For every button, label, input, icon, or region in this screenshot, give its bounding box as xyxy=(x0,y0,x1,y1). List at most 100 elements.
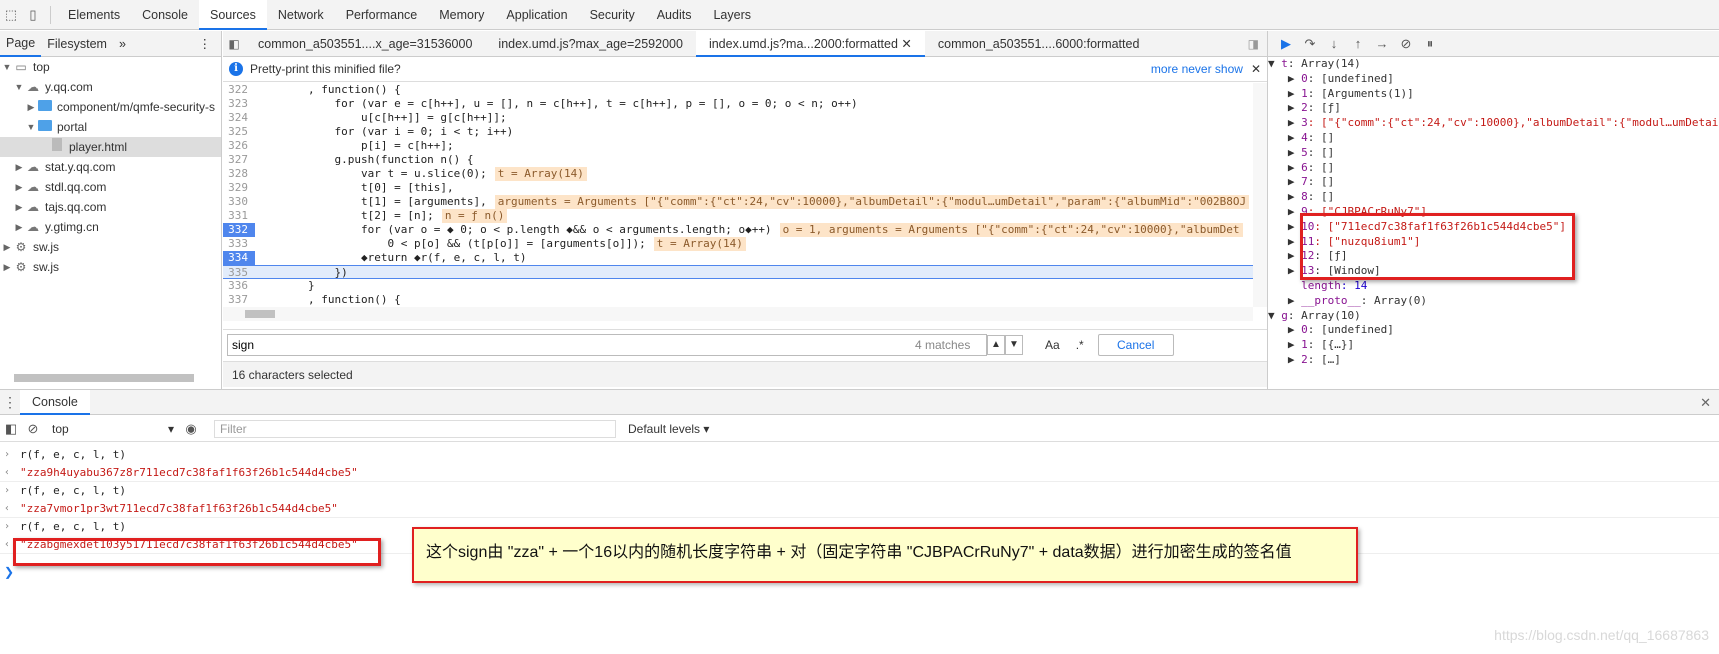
collapsed-arrow-icon[interactable]: ▶ xyxy=(14,177,24,197)
line-number[interactable]: 324 xyxy=(223,111,255,125)
scope-entry[interactable]: ▶ 2: [ƒ] xyxy=(1268,101,1719,116)
expanded-arrow-icon[interactable]: ▼ xyxy=(14,77,24,97)
device-toggle-icon[interactable]: ▯ xyxy=(22,4,44,26)
tree-item[interactable]: ▶ ☁ y.gtimg.cn xyxy=(0,217,221,237)
pause-exceptions-icon[interactable]: ⏸ xyxy=(1418,36,1442,52)
scope-entry[interactable]: ▶ 2: […] xyxy=(1268,353,1719,368)
collapsed-arrow-icon[interactable]: ▶ xyxy=(14,197,24,217)
breakpoint-line-number[interactable]: 332 xyxy=(223,223,255,237)
tab-console[interactable]: Console xyxy=(131,0,199,30)
toggle-navigator-icon[interactable]: ◧ xyxy=(223,37,245,51)
step-over-icon[interactable]: ↷ xyxy=(1298,36,1322,52)
tab-performance[interactable]: Performance xyxy=(335,0,429,30)
code-line[interactable]: 324 u[c[h++]] = g[c[h++]]; xyxy=(223,111,1253,125)
code-line[interactable]: 336 } xyxy=(223,279,1253,293)
eye-icon[interactable]: ◉ xyxy=(180,421,202,437)
filter-input[interactable]: Filter xyxy=(214,419,616,438)
context-selector[interactable]: top ▾ xyxy=(52,422,180,436)
tab-filesystem[interactable]: Filesystem xyxy=(41,37,113,51)
code-line[interactable]: 325 for (var i = 0; i < t; i++) xyxy=(223,125,1253,139)
tree-item[interactable]: ▶ ⚙ sw.js xyxy=(0,237,221,257)
scope-entry[interactable]: ▶ 1: [Arguments(1)] xyxy=(1268,87,1719,102)
code-line[interactable]: 337 , function() { xyxy=(223,293,1253,307)
expanded-arrow-icon[interactable]: ▼ xyxy=(2,57,12,77)
step-into-icon[interactable]: ↓ xyxy=(1322,36,1346,51)
step-out-icon[interactable]: ↑ xyxy=(1346,36,1370,51)
editor-tab[interactable]: common_a503551....6000:formatted xyxy=(925,31,1153,57)
editor-tab[interactable]: index.umd.js?max_age=2592000 xyxy=(485,31,696,57)
scope-entry[interactable]: ▼ g: Array(10) xyxy=(1268,309,1719,324)
expand-toggle[interactable]: ▶ xyxy=(1268,131,1301,144)
more-tabs-icon[interactable]: » xyxy=(113,37,132,51)
expand-toggle[interactable]: ▶ xyxy=(1268,249,1301,262)
tab-security[interactable]: Security xyxy=(579,0,646,30)
expand-toggle[interactable]: ▶ xyxy=(1268,264,1301,277)
code-line[interactable]: 335 }) xyxy=(223,265,1253,279)
close-icon[interactable]: ✕ xyxy=(1251,62,1261,76)
expand-toggle[interactable] xyxy=(1268,279,1301,292)
expand-toggle[interactable]: ▶ xyxy=(1268,87,1301,100)
match-case-toggle[interactable]: Aa xyxy=(1045,338,1060,352)
line-number[interactable]: 325 xyxy=(223,125,255,139)
tree-item[interactable]: ▶ ☁ tajs.qq.com xyxy=(0,197,221,217)
tree-item[interactable]: ▶ ☁ stat.y.qq.com xyxy=(0,157,221,177)
tab-audits[interactable]: Audits xyxy=(646,0,703,30)
search-input[interactable] xyxy=(227,333,987,356)
tab-elements[interactable]: Elements xyxy=(57,0,131,30)
expand-toggle[interactable]: ▼ xyxy=(1268,309,1281,322)
expand-toggle[interactable]: ▶ xyxy=(1268,205,1301,218)
clear-console-icon[interactable]: ⊘ xyxy=(22,421,44,437)
expand-toggle[interactable]: ▶ xyxy=(1268,338,1301,351)
expand-toggle[interactable]: ▶ xyxy=(1268,190,1301,203)
cancel-button[interactable]: Cancel xyxy=(1097,333,1174,356)
expanded-arrow-icon[interactable]: ▼ xyxy=(26,117,36,137)
log-levels-dropdown[interactable]: Default levels ▾ xyxy=(628,422,709,436)
expand-toggle[interactable]: ▶ xyxy=(1268,323,1301,336)
line-number[interactable]: 331 xyxy=(223,209,255,223)
code-line[interactable]: 330 t[1] = [arguments], arguments = Argum… xyxy=(223,195,1253,209)
tree-item[interactable]: ▼ ☁ y.qq.com xyxy=(0,77,221,97)
expand-toggle[interactable]: ▶ xyxy=(1268,146,1301,159)
code-line[interactable]: 334 ◆return ◆r(f, e, c, l, t) xyxy=(223,251,1253,265)
expand-toggle[interactable]: ▶ xyxy=(1268,72,1301,85)
tab-memory[interactable]: Memory xyxy=(428,0,495,30)
code-line[interactable]: 333 0 < p[o] && (t[p[o]] = [arguments[o]… xyxy=(223,237,1253,251)
navigator-scrollbar[interactable] xyxy=(0,371,222,385)
tab-sources[interactable]: Sources xyxy=(198,0,267,30)
code-line[interactable]: 326 p[i] = c[h++]; xyxy=(223,139,1253,153)
code-line[interactable]: 323 for (var e = c[h++], u = [], n = c[h… xyxy=(223,97,1253,111)
scope-entry[interactable]: ▶ 0: [undefined] xyxy=(1268,323,1719,338)
search-prev-button[interactable]: ▲ xyxy=(987,334,1005,355)
line-number[interactable]: 326 xyxy=(223,139,255,153)
collapsed-arrow-icon[interactable]: ▶ xyxy=(14,157,24,177)
line-number[interactable]: 327 xyxy=(223,153,255,167)
expand-toggle[interactable]: ▼ xyxy=(1268,57,1281,70)
toggle-debugger-icon[interactable]: ◨ xyxy=(1248,37,1259,51)
deactivate-breakpoints-icon[interactable]: ⊘ xyxy=(1394,36,1418,52)
line-number[interactable]: 329 xyxy=(223,181,255,195)
collapsed-arrow-icon[interactable]: ▶ xyxy=(26,97,36,117)
navigator-menu-icon[interactable]: ⋮ xyxy=(193,36,218,51)
tree-item[interactable]: ▶ ⚙ sw.js xyxy=(0,257,221,277)
scope-entry[interactable]: ▶ 6: [] xyxy=(1268,161,1719,176)
scope-entry[interactable]: ▶ 3: ["{"comm":{"ct":24,"cv":10000},"alb… xyxy=(1268,116,1719,131)
breakpoint-line-number[interactable]: 334 xyxy=(223,251,255,265)
expand-toggle[interactable]: ▶ xyxy=(1268,235,1301,248)
code-line[interactable]: 332 for (var o = ◆ 0; o < p.length ◆&& o… xyxy=(223,223,1253,237)
close-tab-icon[interactable]: ✕ xyxy=(898,37,911,51)
step-icon[interactable]: → xyxy=(1370,36,1394,51)
line-number[interactable]: 323 xyxy=(223,97,255,111)
resume-icon[interactable]: ▶ xyxy=(1274,36,1298,52)
close-drawer-icon[interactable]: ✕ xyxy=(1700,395,1711,411)
code-line[interactable]: 327 g.push(function n() { xyxy=(223,153,1253,167)
editor-tab[interactable]: common_a503551....x_age=31536000 xyxy=(245,31,485,57)
expand-toggle[interactable]: ▶ xyxy=(1268,161,1301,174)
code-line[interactable]: 331 t[2] = [n]; n = ƒ n() xyxy=(223,209,1253,223)
editor-horizontal-scrollbar[interactable] xyxy=(223,307,1253,321)
tab-page[interactable]: Page xyxy=(0,31,42,57)
collapsed-arrow-icon[interactable]: ▶ xyxy=(2,257,12,277)
line-number[interactable]: 333 xyxy=(223,237,255,251)
scope-entry[interactable]: ▶ 0: [undefined] xyxy=(1268,72,1719,87)
scope-entry[interactable]: ▶ 1: [{…}] xyxy=(1268,338,1719,353)
drawer-menu-icon[interactable]: ⋮ xyxy=(0,394,20,411)
